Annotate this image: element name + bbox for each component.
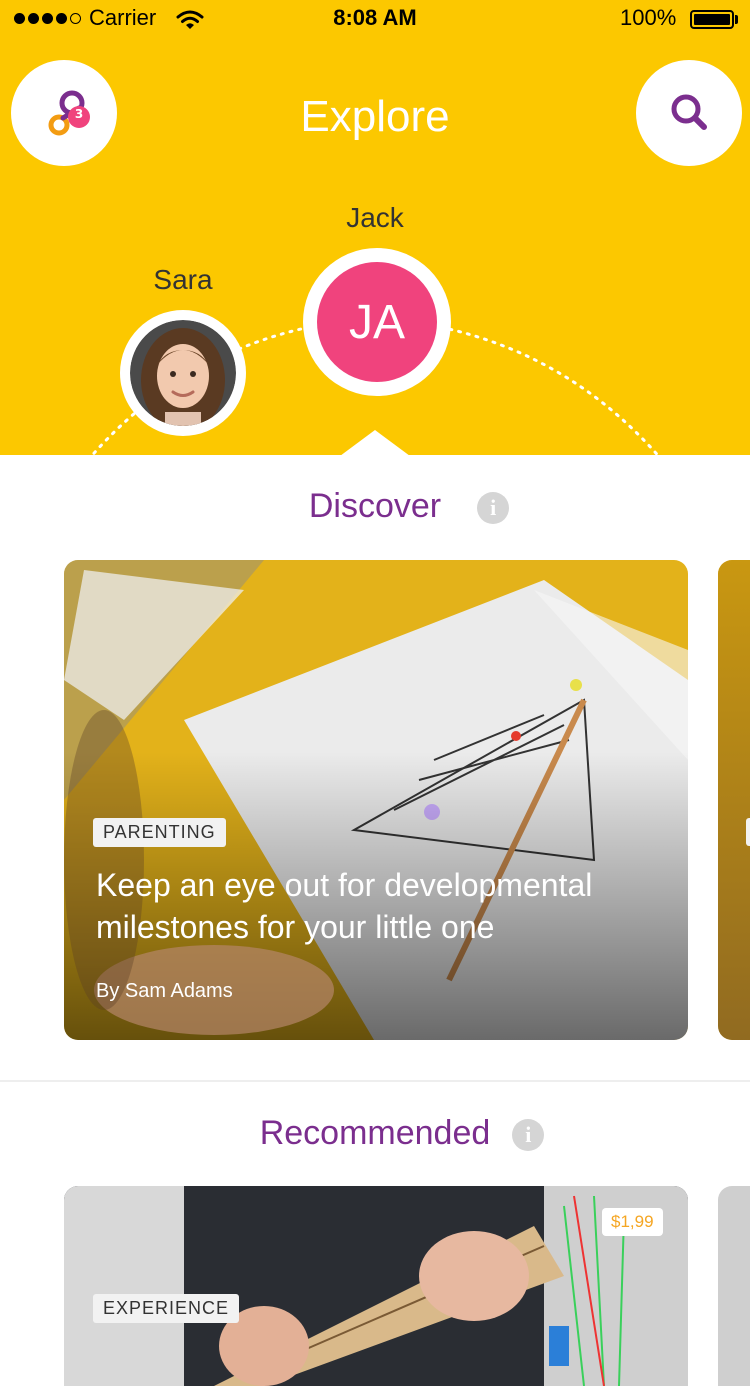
- next-recommended-card-peek[interactable]: [718, 1186, 750, 1386]
- profile-initials: JA: [317, 262, 437, 382]
- explore-header: Carrier 8:08 AM 100% 3 Explore Sara Jack…: [0, 0, 750, 455]
- search-button[interactable]: [636, 60, 742, 166]
- recommended-card[interactable]: $1,99 EXPERIENCE: [64, 1186, 688, 1386]
- section-divider: [0, 1080, 750, 1082]
- card-category-tag: PARENTING: [93, 818, 226, 847]
- card-image: [64, 560, 688, 1040]
- discover-title: Discover: [308, 487, 442, 525]
- card-image: [64, 1186, 688, 1386]
- search-icon: [671, 94, 707, 130]
- battery-percentage: 100%: [620, 5, 677, 30]
- battery-tip: [735, 15, 738, 24]
- battery-icon: [690, 10, 734, 29]
- status-bar: Carrier 8:08 AM 100%: [0, 0, 750, 40]
- card-category-tag: EXPERIENCE: [93, 1294, 240, 1323]
- recommended-section-header: Recommended i: [0, 1114, 750, 1153]
- profile-name-jack: Jack: [346, 202, 404, 233]
- card-title: Keep an eye out for developmental milest…: [96, 867, 593, 945]
- profile-avatar-jack[interactable]: JA: [303, 248, 451, 396]
- card-author: By Sam Adams: [96, 980, 233, 1002]
- selected-profile-pointer: [340, 430, 410, 455]
- info-icon[interactable]: i: [477, 492, 510, 524]
- price-badge: $1,99: [602, 1208, 663, 1236]
- profile-name-sara: Sara: [153, 264, 213, 295]
- recommended-title: Recommended: [259, 1114, 491, 1152]
- child-photo: [130, 320, 236, 426]
- discover-section-header: Discover i: [0, 487, 750, 526]
- next-discover-card-peek[interactable]: [718, 560, 750, 1040]
- info-icon[interactable]: i: [512, 1119, 545, 1151]
- profile-avatar-sara[interactable]: [120, 310, 246, 436]
- discover-card[interactable]: PARENTING Keep an eye out for developmen…: [64, 560, 688, 1040]
